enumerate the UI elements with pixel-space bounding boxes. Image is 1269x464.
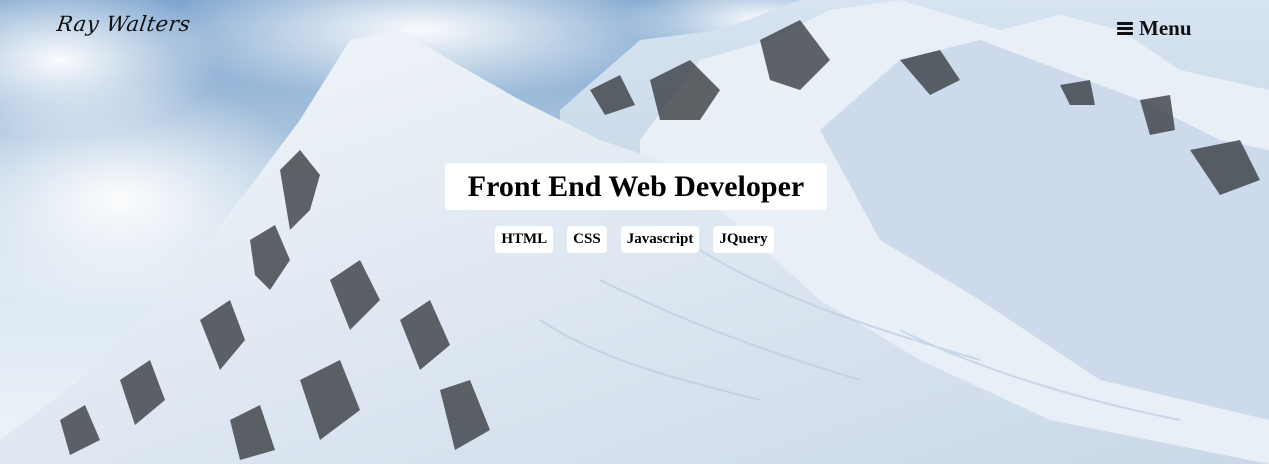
hero-title: Front End Web Developer xyxy=(445,163,827,210)
skill-tag-css: CSS xyxy=(567,226,607,253)
menu-button[interactable]: Menu xyxy=(1117,15,1192,41)
skill-tag-javascript: Javascript xyxy=(620,226,700,253)
skill-tag-html: HTML xyxy=(495,226,554,253)
menu-label: Menu xyxy=(1139,16,1192,40)
hamburger-icon xyxy=(1117,21,1133,35)
skill-tag-jquery: JQuery xyxy=(713,226,774,253)
brand-logo[interactable]: Ray Walters xyxy=(55,12,192,36)
skill-tags: HTML CSS Javascript JQuery xyxy=(0,226,1269,253)
hero-section: Ray Walters Menu Front End Web Developer… xyxy=(0,0,1269,464)
